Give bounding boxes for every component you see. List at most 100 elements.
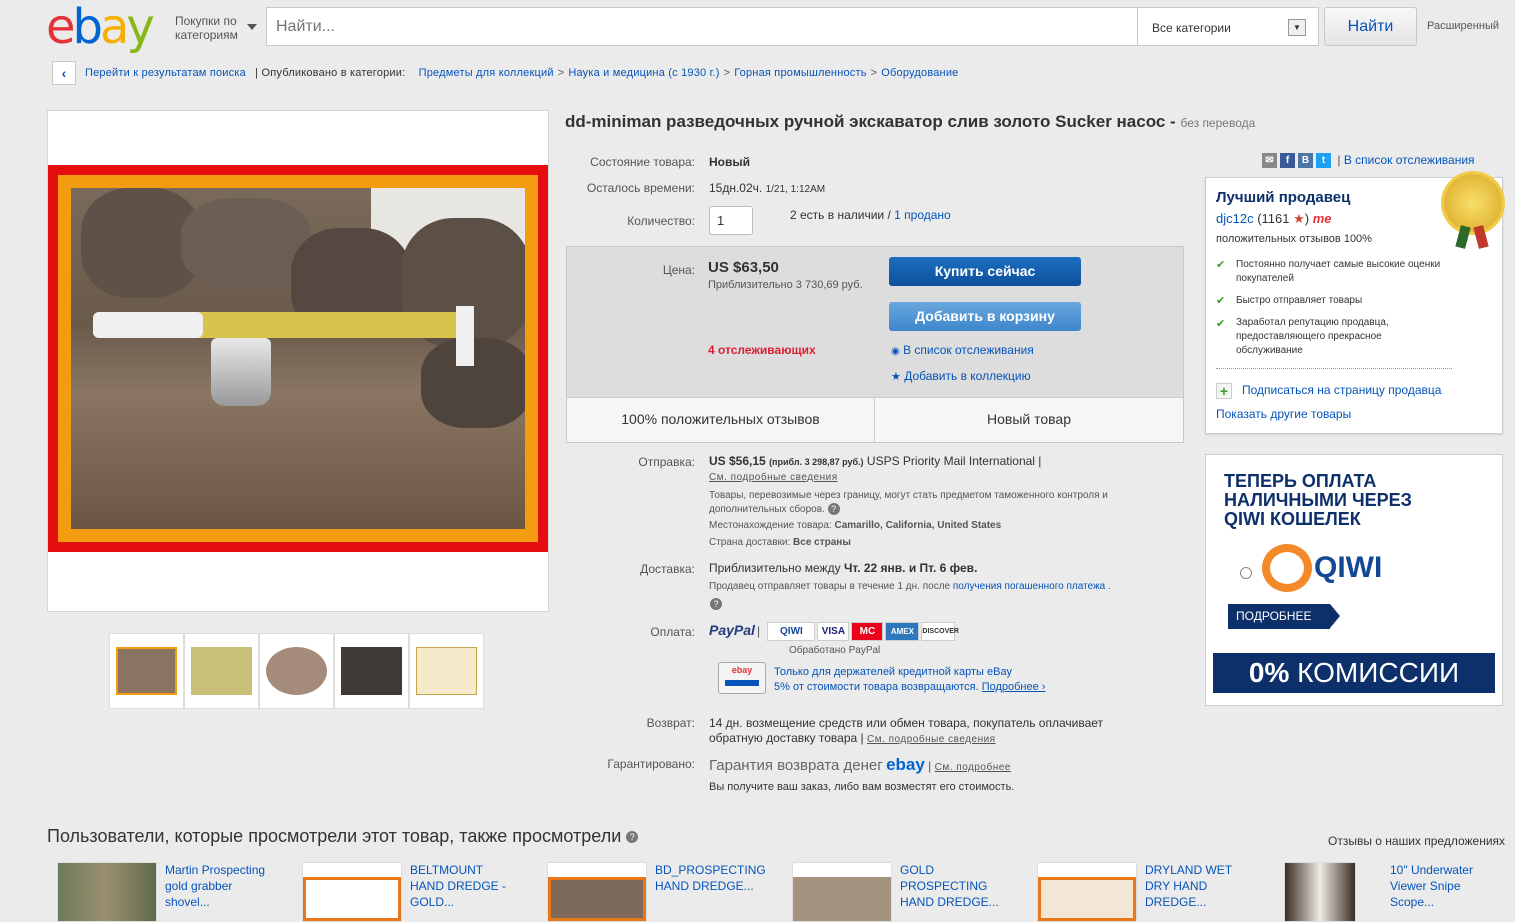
money-back-guarantee: Гарантия возврата денег ebay | См. подро… xyxy=(709,755,1011,774)
feedback-on-offers-link[interactable]: Отзывы о наших предложениях xyxy=(1328,834,1505,848)
condition-label: Состояние товара: xyxy=(590,155,695,169)
chevron-down-icon xyxy=(247,24,257,30)
star-icon: ★ xyxy=(891,371,901,383)
help-icon[interactable]: ? xyxy=(827,503,840,515)
also-viewed-title[interactable]: BD_PROSPECTING HAND DREDGE... xyxy=(655,862,766,894)
back-to-results-link[interactable]: Перейти к результатам поиска xyxy=(85,67,246,79)
breadcrumb-item[interactable]: Горная промышленность xyxy=(734,67,866,79)
item-location: Местонахождение товара: Camarillo, Calif… xyxy=(709,520,1002,531)
time-left-value: 15дн.02ч. 1/21, 1:12AM xyxy=(709,181,826,195)
ebay-logo[interactable]: ebay xyxy=(46,2,166,52)
processed-by-paypal: Обработано PayPal xyxy=(789,645,881,656)
top-rated-seller-heading: Лучший продавец xyxy=(1216,189,1351,206)
breadcrumb-item[interactable]: Оборудование xyxy=(881,67,958,79)
subscribe-seller-link[interactable]: Подписаться на страницу продавца xyxy=(1242,383,1441,397)
chevron-down-icon: ▼ xyxy=(1288,19,1306,36)
also-viewed-title[interactable]: GOLD PROSPECTING HAND DREDGE... xyxy=(900,862,1010,910)
seller-other-items-link[interactable]: Показать другие товары xyxy=(1216,407,1351,421)
shipping-details-link[interactable]: См. подробные сведения xyxy=(709,472,838,483)
sold-link[interactable]: 1 продано xyxy=(894,208,951,222)
cleared-payment-link[interactable]: получения погашенного платежа xyxy=(953,581,1105,592)
thumbnail-image[interactable] xyxy=(109,633,184,709)
discover-icon: DISCOVER xyxy=(921,622,959,642)
facebook-icon[interactable]: f xyxy=(1280,153,1295,169)
paypal-logo: PayPal xyxy=(709,622,755,638)
returns-details-link[interactable]: См. подробные сведения xyxy=(867,734,996,745)
returns-label: Возврат: xyxy=(646,716,695,730)
shop-by-category-button[interactable]: Покупки по категориям xyxy=(175,14,257,42)
share-bar: ✉ f Bt | В список отслеживания xyxy=(1262,153,1475,169)
new-item-badge: Новый товар xyxy=(987,411,1071,427)
breadcrumb-separator: > xyxy=(723,67,731,79)
help-icon[interactable]: ? xyxy=(626,831,639,844)
also-viewed-item[interactable]: BELTMOUNT HAND DREDGE - GOLD... xyxy=(292,862,522,922)
vk-icon[interactable]: B xyxy=(1298,153,1313,169)
price-approx: Приблизительно 3 730,69 руб. xyxy=(708,279,863,291)
seller-bullet: Быстро отправляет товары xyxy=(1236,295,1363,306)
me-page-icon[interactable]: me xyxy=(1313,211,1332,226)
add-to-cart-button[interactable]: Добавить в корзину xyxy=(889,302,1081,331)
category-select-value: Все категории xyxy=(1152,21,1231,35)
thumbnail-image[interactable] xyxy=(259,633,334,709)
also-viewed-item[interactable]: GOLD PROSPECTING HAND DREDGE... xyxy=(782,862,1012,922)
category-select[interactable]: Все категории ▼ xyxy=(1137,7,1319,46)
buy-now-button[interactable]: Купить сейчас xyxy=(889,257,1081,286)
payment-label: Оплата: xyxy=(650,625,695,639)
returns-policy: 14 дн. возмещение средств или обмен това… xyxy=(709,716,1104,745)
also-viewed-heading: Пользователи, которые просмотрели этот т… xyxy=(47,826,639,847)
watchers-count: 4 отслеживающих xyxy=(708,343,816,357)
quantity-label: Количество: xyxy=(627,214,695,228)
quantity-input[interactable]: 1 xyxy=(709,206,753,235)
shipping-cost: US $56,15 (прибл. 3 298,87 руб.) USPS Pr… xyxy=(709,454,1042,468)
thumbnail-image[interactable] xyxy=(334,633,409,709)
also-viewed-item[interactable]: 10" Underwater Viewer Snipe Scope... xyxy=(1272,862,1502,922)
plus-icon[interactable]: + xyxy=(1216,383,1232,399)
also-viewed-item[interactable]: Martin Prospecting gold grabber shovel..… xyxy=(47,862,277,922)
price-label: Цена: xyxy=(662,263,695,277)
check-icon: ✔ xyxy=(1216,259,1226,271)
also-viewed-title[interactable]: 10" Underwater Viewer Snipe Scope... xyxy=(1390,862,1500,910)
seller-name-link[interactable]: djc12c xyxy=(1216,211,1254,226)
guarantee-details-link[interactable]: См. подробнее xyxy=(935,762,1011,773)
also-viewed-title[interactable]: BELTMOUNT HAND DREDGE - GOLD... xyxy=(410,862,520,910)
delivery-estimate: Приблизительно между Чт. 22 янв. и Пт. 6… xyxy=(709,561,978,575)
also-viewed-item[interactable]: DRYLAND WET DRY HAND DREDGE... xyxy=(1027,862,1257,922)
twitter-icon[interactable]: t xyxy=(1316,153,1331,169)
add-to-watchlist-link[interactable]: ◉ В список отслеживания xyxy=(891,343,1034,357)
price-value: US $63,50 xyxy=(708,259,779,276)
find-button[interactable]: Найти xyxy=(1324,7,1417,46)
seller-name-line: djc12c (1161 ★) me xyxy=(1216,211,1332,226)
thumbnail-image[interactable] xyxy=(409,633,484,709)
advanced-search-link[interactable]: Расширенный xyxy=(1427,20,1499,32)
help-icon[interactable]: ? xyxy=(710,598,722,610)
qiwi-more-button[interactable]: ПОДРОБНЕЕ xyxy=(1228,604,1340,629)
also-viewed-title[interactable]: DRYLAND WET DRY HAND DREDGE... xyxy=(1145,862,1255,910)
add-to-watchlist-link[interactable]: В список отслеживания xyxy=(1344,153,1475,167)
breadcrumb-item[interactable]: Наука и медицина (с 1930 г.) xyxy=(568,67,719,79)
feedback-star-icon: ★ xyxy=(1293,211,1305,226)
delivery-label: Доставка: xyxy=(640,562,695,576)
thumbnail-image[interactable] xyxy=(184,633,259,709)
seller-info-box: Лучший продавец djc12c (1161 ★) me полож… xyxy=(1205,174,1503,434)
main-product-image[interactable] xyxy=(48,165,548,552)
thumbnail-strip xyxy=(109,633,485,709)
guarantee-label: Гарантировано: xyxy=(607,757,695,771)
visa-icon: VISA xyxy=(817,622,850,642)
also-viewed-item[interactable]: BD_PROSPECTING HAND DREDGE... xyxy=(537,862,767,922)
card-offer-more-link[interactable]: Подробнее › xyxy=(982,681,1046,693)
search-input[interactable] xyxy=(266,7,1138,46)
back-arrow-icon[interactable]: ‹ xyxy=(52,61,76,85)
ship-to: Страна доставки: Все страны xyxy=(709,537,851,548)
ebay-card-icon: ebay xyxy=(718,662,766,694)
breadcrumb: Перейти к результатам поиска | Опубликов… xyxy=(85,67,959,79)
add-to-collection-link[interactable]: ★ Добавить в коллекцию xyxy=(891,369,1031,383)
breadcrumb-item[interactable]: Предметы для коллекций xyxy=(419,67,554,79)
ebay-card-offer: Только для держателей кредитной карты eB… xyxy=(774,666,1046,693)
seller-bullet: Постоянно получает самые высокие оценки … xyxy=(1236,259,1441,284)
ebay-small-logo: ebay xyxy=(886,755,925,774)
top-rated-medal-icon xyxy=(1444,174,1502,232)
email-icon[interactable]: ✉ xyxy=(1262,153,1277,169)
seller-bullet: Заработал репутацию продавца, предоставл… xyxy=(1236,317,1389,356)
also-viewed-title[interactable]: Martin Prospecting gold grabber shovel..… xyxy=(165,862,275,910)
handling-time: Продавец отправляет товары в течение 1 д… xyxy=(709,581,1111,592)
